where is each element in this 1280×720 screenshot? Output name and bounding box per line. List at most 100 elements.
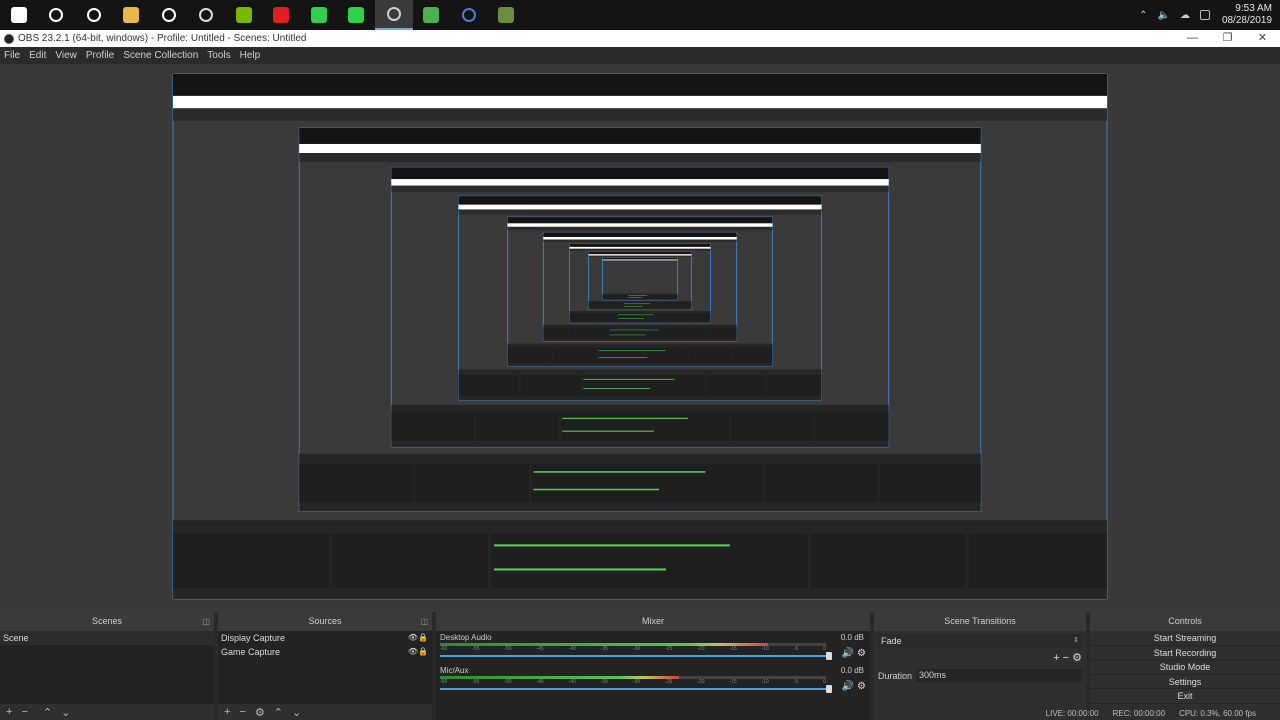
source-properties-gear-icon[interactable]: ⚙ bbox=[255, 706, 265, 719]
menu-help[interactable]: Help bbox=[240, 50, 261, 61]
speaker-icon[interactable]: 🔊 bbox=[842, 681, 854, 692]
remove-source-button[interactable]: − bbox=[239, 706, 245, 718]
transition-gear-icon[interactable]: ⚙ bbox=[1072, 652, 1082, 664]
eye-icon[interactable]: 👁 bbox=[408, 631, 418, 645]
start-recording-button[interactable]: Start Recording bbox=[1090, 645, 1280, 660]
add-scene-button[interactable]: + bbox=[6, 706, 12, 718]
cloud-icon[interactable]: ☁ bbox=[1180, 10, 1190, 21]
settings-button[interactable]: Settings bbox=[1090, 674, 1280, 689]
mixer-track: Mic/Aux 0.0 dB -60 -55 -50 -45 -40 -35 -30 -25 -20… bbox=[436, 664, 870, 697]
add-source-button[interactable]: + bbox=[224, 706, 230, 718]
scenes-list[interactable]: Scene bbox=[0, 631, 214, 704]
obs-logo-icon bbox=[4, 33, 14, 44]
obs-icon[interactable] bbox=[375, 0, 413, 30]
remove-transition-button[interactable]: − bbox=[1063, 652, 1069, 664]
move-down-icon[interactable]: ⌄ bbox=[61, 706, 70, 719]
gear-icon[interactable]: ⚙ bbox=[857, 681, 866, 692]
mixer-track: Desktop Audio 0.0 dB -60 -55 -50 -45 -40 -35 -30… bbox=[436, 631, 870, 664]
razer-synapse-icon[interactable] bbox=[338, 0, 376, 30]
lock-icon[interactable]: 🔒 bbox=[418, 645, 428, 659]
studio-mode-button[interactable]: Studio Mode bbox=[1090, 660, 1280, 675]
undock-icon[interactable]: ◫ bbox=[420, 612, 428, 631]
source-item[interactable]: Game Capture 👁 🔒 bbox=[218, 645, 432, 659]
chevron-up-icon[interactable]: ⌃ bbox=[1139, 10, 1147, 21]
settings-gear-icon[interactable] bbox=[150, 0, 188, 30]
volume-fader[interactable] bbox=[440, 685, 832, 693]
search-icon[interactable] bbox=[38, 0, 76, 30]
minecraft-icon[interactable] bbox=[488, 0, 526, 30]
gear-icon[interactable]: ⚙ bbox=[857, 648, 866, 659]
duration-label: Duration bbox=[878, 670, 913, 681]
window-titlebar: OBS 23.2.1 (64-bit, windows) - Profile: … bbox=[0, 30, 1280, 47]
recursive-preview-graphic bbox=[172, 73, 1108, 600]
undock-icon[interactable]: ◫ bbox=[202, 612, 210, 631]
transition-select[interactable]: Fade ⇕ bbox=[878, 634, 1082, 648]
meter-scale: -60 -55 -50 -45 -40 -35 -30 -25 -20 -15 -10 -5 0 bbox=[440, 646, 826, 652]
chrome-icon[interactable] bbox=[413, 0, 451, 30]
clock-date: 08/28/2019 bbox=[1221, 15, 1272, 26]
maximize-button[interactable]: ❐ bbox=[1210, 30, 1245, 47]
source-item[interactable]: Display Capture 👁 🔒 bbox=[218, 631, 432, 645]
menu-scene-collection[interactable]: Scene Collection bbox=[123, 50, 198, 61]
fader-knob[interactable] bbox=[826, 652, 832, 660]
controls-dock: Controls Start Streaming Start Recording… bbox=[1090, 612, 1280, 720]
move-up-icon[interactable]: ⌃ bbox=[43, 706, 52, 719]
mixer-body: Desktop Audio 0.0 dB -60 -55 -50 -45 -40 -35 -30… bbox=[436, 631, 870, 720]
file-explorer-icon[interactable] bbox=[113, 0, 151, 30]
start-streaming-button[interactable]: Start Streaming bbox=[1090, 631, 1280, 646]
transition-selected-value: Fade bbox=[881, 636, 902, 646]
nvidia-icon[interactable] bbox=[225, 0, 263, 30]
status-bar: LIVE: 00:00:00 REC: 00:00:00 CPU: 0.3%, … bbox=[1046, 709, 1256, 718]
menu-profile[interactable]: Profile bbox=[86, 50, 114, 61]
volume-fader[interactable] bbox=[440, 652, 832, 660]
transitions-header: Scene Transitions bbox=[874, 612, 1086, 631]
minimize-button[interactable]: — bbox=[1175, 30, 1210, 47]
clock-time: 9:53 AM bbox=[1235, 3, 1272, 14]
controls-body: Start Streaming Start Recording Studio M… bbox=[1090, 631, 1280, 720]
move-up-icon[interactable]: ⌃ bbox=[274, 706, 283, 719]
menu-edit[interactable]: Edit bbox=[29, 50, 46, 61]
sources-dock: Sources ◫ Display Capture 👁 🔒 Game Capture 👁… bbox=[218, 612, 432, 720]
taskbar-clock[interactable]: 9:53 AM 08/28/2019 bbox=[1220, 3, 1272, 27]
network-app-icon[interactable] bbox=[450, 0, 488, 30]
speaker-icon[interactable]: 🔊 bbox=[842, 648, 854, 659]
remove-scene-button[interactable]: − bbox=[21, 706, 27, 718]
preview-canvas[interactable] bbox=[0, 64, 1280, 612]
cpu-stats: CPU: 0.3%, 60.00 fps bbox=[1179, 709, 1256, 718]
track-name: Mic/Aux bbox=[440, 666, 469, 675]
razer-cortex-icon[interactable] bbox=[300, 0, 338, 30]
sources-list[interactable]: Display Capture 👁 🔒 Game Capture 👁 🔒 bbox=[218, 631, 432, 704]
add-transition-button[interactable]: + bbox=[1053, 652, 1059, 664]
volume-icon[interactable]: 🔈 bbox=[1158, 10, 1170, 21]
bitdefender-icon[interactable] bbox=[263, 0, 301, 30]
scene-item[interactable]: Scene bbox=[0, 631, 214, 645]
eye-icon[interactable]: 👁 bbox=[408, 645, 418, 659]
exit-button[interactable]: Exit bbox=[1090, 689, 1280, 704]
lock-icon[interactable]: 🔒 bbox=[418, 631, 428, 645]
system-tray: ⌃ 🔈 ☁ 9:53 AM 08/28/2019 bbox=[1139, 0, 1280, 30]
duration-input[interactable]: 300ms bbox=[916, 669, 1082, 682]
task-view-icon[interactable] bbox=[75, 0, 113, 30]
sources-header: Sources ◫ bbox=[218, 612, 432, 631]
source-label: Display Capture bbox=[221, 633, 286, 643]
updown-arrows-icon: ⇕ bbox=[1073, 637, 1079, 644]
monitor-icon[interactable] bbox=[1200, 10, 1210, 20]
transitions-body: Fade ⇕ + − ⚙ Duration 300ms bbox=[874, 631, 1086, 720]
menu-tools[interactable]: Tools bbox=[207, 50, 230, 61]
controls-header: Controls bbox=[1090, 612, 1280, 631]
close-button[interactable]: ✕ bbox=[1245, 30, 1280, 47]
window-title: OBS 23.2.1 (64-bit, windows) - Profile: … bbox=[18, 33, 307, 44]
scenes-header: Scenes ◫ bbox=[0, 612, 214, 631]
menu-file[interactable]: File bbox=[4, 50, 20, 61]
meter-scale: -60 -55 -50 -45 -40 -35 -30 -25 -20 -15 -10 -5 0 bbox=[440, 679, 826, 685]
menu-view[interactable]: View bbox=[55, 50, 77, 61]
move-down-icon[interactable]: ⌄ bbox=[292, 706, 301, 719]
duration-row: Duration 300ms bbox=[878, 669, 1082, 682]
scene-transitions-dock: Scene Transitions Fade ⇕ + − ⚙ Duration 3… bbox=[874, 612, 1086, 720]
satellite-app-icon[interactable] bbox=[188, 0, 226, 30]
source-label: Game Capture bbox=[221, 647, 281, 657]
dock-area: Scenes ◫ Scene + − ⌃ ⌄ Sources ◫ Display C… bbox=[0, 612, 1280, 720]
fader-knob[interactable] bbox=[826, 685, 832, 693]
scenes-dock: Scenes ◫ Scene + − ⌃ ⌄ bbox=[0, 612, 214, 720]
windows-start-icon[interactable] bbox=[0, 0, 38, 30]
